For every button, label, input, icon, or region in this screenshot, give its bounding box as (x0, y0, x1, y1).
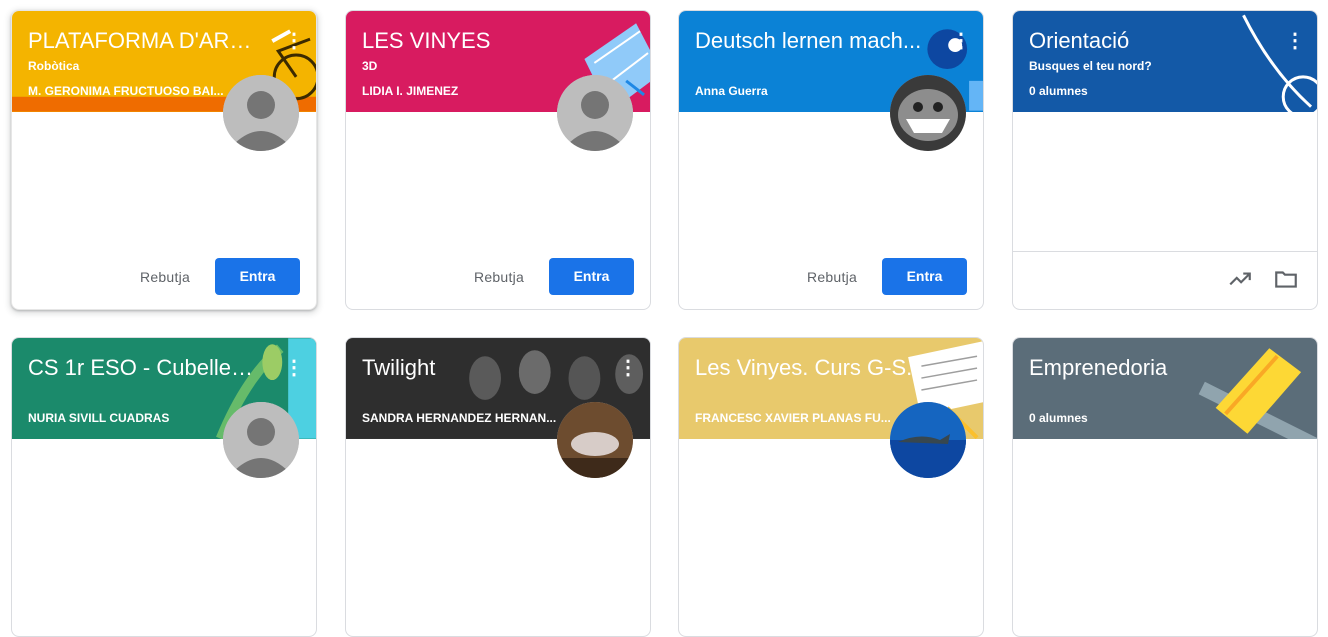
class-title[interactable]: LES VINYES (362, 27, 592, 55)
class-banner[interactable]: Emprenedoria 0 alumnes (1013, 338, 1317, 439)
class-title[interactable]: Twilight (362, 354, 592, 382)
more-options-icon[interactable]: ⋮ (951, 29, 971, 53)
avatar (890, 402, 966, 478)
join-button[interactable]: Entra (215, 258, 300, 295)
class-section: Busques el teu nord? (1029, 59, 1152, 73)
class-card[interactable]: CS 1r ESO - Cubelles,... NURIA SIVILL CU… (11, 337, 317, 637)
class-card[interactable]: Les Vinyes. Curs G-S... FRANCESC XAVIER … (678, 337, 984, 637)
decline-button[interactable]: Rebutja (807, 259, 857, 295)
invitation-actions: Rebutja Entra (346, 249, 650, 309)
class-card-footer (1013, 251, 1317, 309)
student-count: 0 alumnes (1029, 411, 1088, 425)
join-button[interactable]: Entra (882, 258, 967, 295)
avatar (223, 402, 299, 478)
decline-button[interactable]: Rebutja (140, 259, 190, 295)
trending-up-icon[interactable] (1227, 266, 1253, 292)
class-card[interactable]: Twilight SANDRA HERNANDEZ HERNAN... ⋮ (345, 337, 651, 637)
more-options-icon[interactable]: ⋮ (618, 356, 638, 380)
teacher-name: FRANCESC XAVIER PLANAS FU... (695, 411, 891, 425)
invitation-actions: Rebutja Entra (12, 249, 316, 309)
class-title[interactable]: Deutsch lernen mach... (695, 27, 925, 55)
teacher-name: M. GERONIMA FRUCTUOSO BAI... (28, 84, 224, 98)
class-card[interactable]: PLATAFORMA D'ARD... Robòtica M. GERONIMA… (11, 10, 317, 310)
invitation-actions: Rebutja Entra (679, 249, 983, 309)
decline-button[interactable]: Rebutja (474, 259, 524, 295)
join-button[interactable]: Entra (549, 258, 634, 295)
more-options-icon[interactable]: ⋮ (284, 29, 304, 53)
avatar (557, 75, 633, 151)
teacher-name: LIDIA I. JIMENEZ (362, 84, 459, 98)
class-card[interactable]: LES VINYES 3D LIDIA I. JIMENEZ Rebutja E… (345, 10, 651, 310)
folder-icon[interactable] (1273, 266, 1299, 292)
more-options-icon[interactable]: ⋮ (284, 356, 304, 380)
avatar (223, 75, 299, 151)
class-title[interactable]: Emprenedoria (1029, 354, 1259, 382)
class-card[interactable]: Orientació Busques el teu nord? 0 alumne… (1012, 10, 1318, 310)
class-title[interactable]: PLATAFORMA D'ARD... (28, 27, 258, 55)
teacher-name: SANDRA HERNANDEZ HERNAN... (362, 411, 557, 425)
class-title[interactable]: Orientació (1029, 27, 1259, 55)
teacher-name: Anna Guerra (695, 84, 768, 98)
class-title[interactable]: CS 1r ESO - Cubelles,... (28, 354, 258, 382)
student-count: 0 alumnes (1029, 84, 1088, 98)
class-title[interactable]: Les Vinyes. Curs G-S... (695, 354, 925, 382)
class-section: 3D (362, 59, 378, 73)
class-card[interactable]: Emprenedoria 0 alumnes (1012, 337, 1318, 637)
teacher-name: NURIA SIVILL CUADRAS (28, 411, 170, 425)
class-section: Robòtica (28, 59, 80, 73)
class-banner[interactable]: Orientació Busques el teu nord? 0 alumne… (1013, 11, 1317, 112)
avatar (890, 75, 966, 151)
avatar (557, 402, 633, 478)
more-options-icon[interactable]: ⋮ (1285, 29, 1305, 53)
class-card[interactable]: Deutsch lernen mach... Anna Guerra ⋮ Reb… (678, 10, 984, 310)
